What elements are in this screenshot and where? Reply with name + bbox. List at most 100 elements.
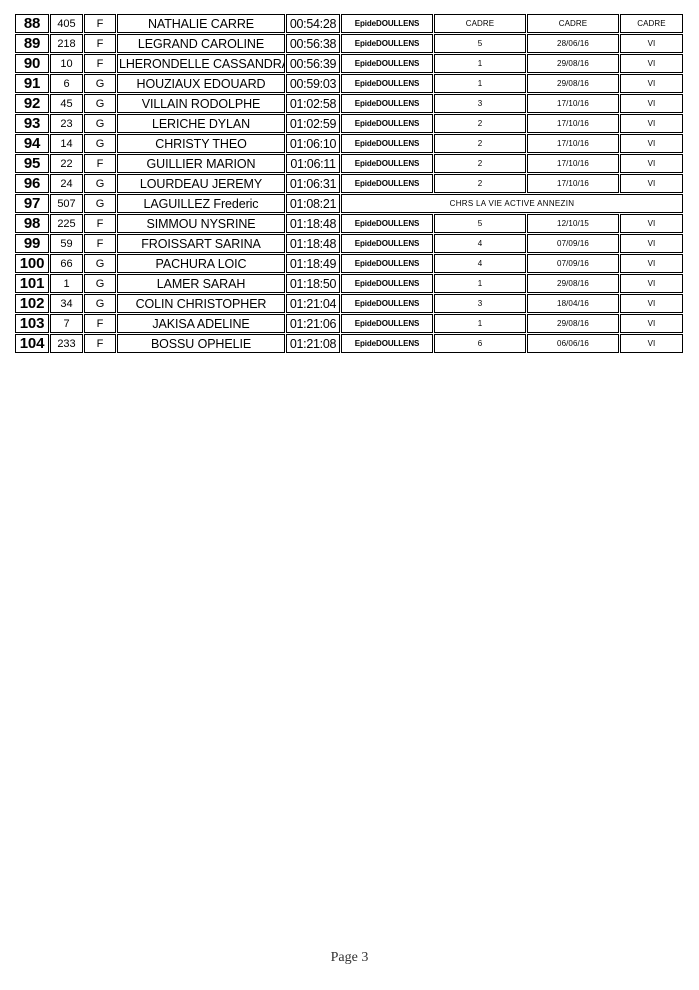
cell-bib: 23 [50, 114, 83, 133]
cell-rank: 91 [15, 74, 49, 93]
cell-sex: F [84, 214, 116, 233]
cell-code: VI [620, 274, 683, 293]
cell-name: COLIN CHRISTOPHER [117, 294, 285, 313]
cell-sex: F [84, 54, 116, 73]
cell-name: LOURDEAU JEREMY [117, 174, 285, 193]
cell-name: HOUZIAUX EDOUARD [117, 74, 285, 93]
cell-name: FROISSART SARINA [117, 234, 285, 253]
cell-date: 17/10/16 [527, 154, 619, 173]
cell-time: 01:08:21 [286, 194, 340, 213]
cell-time: 01:18:48 [286, 234, 340, 253]
cell-date: 07/09/16 [527, 254, 619, 273]
page-footer: Page 3 [330, 950, 369, 965]
cell-rank: 94 [15, 134, 49, 153]
cell-name: LHERONDELLE CASSANDRA [117, 54, 285, 73]
cell-name: BOSSU OPHELIE [117, 334, 285, 353]
cell-bib: 1 [50, 274, 83, 293]
table-row: 94 14 G CHRISTY THEO 01:06:10 EpideDOULLENS 2 1… [15, 134, 683, 153]
cell-rank: 104 [15, 334, 49, 353]
cell-club: EpideDOULLENS [341, 294, 433, 313]
table-row: 93 23 G LERICHE DYLAN 01:02:59 EpideDOULLENS 2… [15, 114, 683, 133]
cell-code: VI [620, 74, 683, 93]
cell-club: EpideDOULLENS [341, 334, 433, 353]
cell-bib: 34 [50, 294, 83, 313]
cell-bib: 507 [50, 194, 83, 213]
cell-bib: 45 [50, 94, 83, 113]
cell-time: 01:18:49 [286, 254, 340, 273]
table-row: 98 225 F SIMMOU NYSRINE 01:18:48 EpideDOULLEN… [15, 214, 683, 233]
cell-sex: F [84, 334, 116, 353]
cell-time: 00:56:38 [286, 34, 340, 53]
table-row: 92 45 G VILLAIN RODOLPHE 01:02:58 EpideDOULLE… [15, 94, 683, 113]
cell-date: 18/04/16 [527, 294, 619, 313]
cell-sex: G [84, 274, 116, 293]
cell-club: EpideDOULLENS [341, 114, 433, 133]
cell-time: 00:56:39 [286, 54, 340, 73]
cell-rank: 102 [15, 294, 49, 313]
cell-sex: G [84, 134, 116, 153]
cell-name: CHRISTY THEO [117, 134, 285, 153]
cell-time: 00:59:03 [286, 74, 340, 93]
table-row: 96 24 G LOURDEAU JEREMY 01:06:31 EpideDOULLEN… [15, 174, 683, 193]
cell-name: LAMER SARAH [117, 274, 285, 293]
cell-rank: 99 [15, 234, 49, 253]
cell-category: 3 [434, 294, 526, 313]
cell-date: 17/10/16 [527, 134, 619, 153]
cell-date: 29/08/16 [527, 314, 619, 333]
cell-club: EpideDOULLENS [341, 314, 433, 333]
cell-rank: 92 [15, 94, 49, 113]
cell-code: VI [620, 94, 683, 113]
cell-date: 28/06/16 [527, 34, 619, 53]
cell-date: 29/08/16 [527, 54, 619, 73]
cell-club: EpideDOULLENS [341, 14, 433, 33]
race-results-table: 88 405 F NATHALIE CARRE 00:54:28 EpideDOULLEN… [14, 13, 684, 354]
cell-sex: G [84, 114, 116, 133]
cell-category: 3 [434, 94, 526, 113]
cell-code: VI [620, 294, 683, 313]
cell-code: VI [620, 54, 683, 73]
cell-bib: 6 [50, 74, 83, 93]
cell-name: VILLAIN RODOLPHE [117, 94, 285, 113]
cell-bib: 22 [50, 154, 83, 173]
cell-name: LERICHE DYLAN [117, 114, 285, 133]
cell-category: 1 [434, 74, 526, 93]
cell-category: 5 [434, 214, 526, 233]
cell-time: 01:02:59 [286, 114, 340, 133]
cell-club: EpideDOULLENS [341, 274, 433, 293]
cell-rank: 103 [15, 314, 49, 333]
cell-club: EpideDOULLENS [341, 94, 433, 113]
cell-club: EpideDOULLENS [341, 54, 433, 73]
cell-sex: F [84, 234, 116, 253]
cell-code: VI [620, 34, 683, 53]
cell-time: 01:21:04 [286, 294, 340, 313]
cell-sex: G [84, 254, 116, 273]
cell-rank: 101 [15, 274, 49, 293]
cell-rank: 90 [15, 54, 49, 73]
cell-club: EpideDOULLENS [341, 134, 433, 153]
cell-code: VI [620, 254, 683, 273]
cell-time: 01:06:11 [286, 154, 340, 173]
table-row: 99 59 F FROISSART SARINA 01:18:48 EpideDOULLE… [15, 234, 683, 253]
cell-category: 1 [434, 54, 526, 73]
cell-code: VI [620, 214, 683, 233]
cell-rank: 95 [15, 154, 49, 173]
cell-bib: 7 [50, 314, 83, 333]
cell-category: 1 [434, 314, 526, 333]
cell-time: 01:18:50 [286, 274, 340, 293]
cell-category: 4 [434, 254, 526, 273]
cell-sex: G [84, 74, 116, 93]
table-row: 102 34 G COLIN CHRISTOPHER 01:21:04 EpideDOUL… [15, 294, 683, 313]
cell-sex: G [84, 94, 116, 113]
cell-date: 17/10/16 [527, 114, 619, 133]
cell-time: 01:06:10 [286, 134, 340, 153]
cell-name: GUILLIER MARION [117, 154, 285, 173]
cell-organization-merged: CHRS LA VIE ACTIVE ANNEZIN [341, 194, 683, 213]
cell-sex: G [84, 294, 116, 313]
table-row: 104 233 F BOSSU OPHELIE 01:21:08 EpideDOULLEN… [15, 334, 683, 353]
cell-rank: 97 [15, 194, 49, 213]
cell-date: 06/06/16 [527, 334, 619, 353]
table-row: 90 10 F LHERONDELLE CASSANDRA 00:56:39 EpideD… [15, 54, 683, 73]
cell-bib: 233 [50, 334, 83, 353]
cell-rank: 98 [15, 214, 49, 233]
table-row: 97 507 G LAGUILLEZ Frederic 01:08:21 CHRS LA … [15, 194, 683, 213]
